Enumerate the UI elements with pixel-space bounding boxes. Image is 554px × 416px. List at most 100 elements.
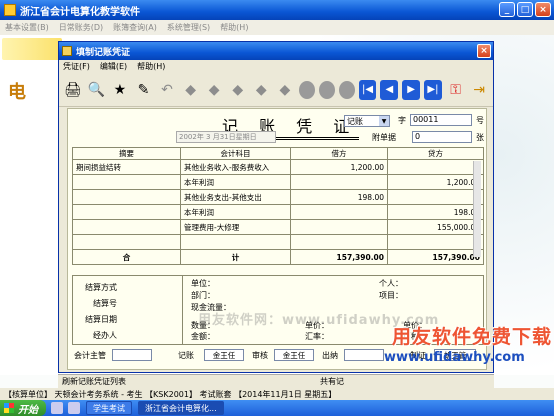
last-record-icon[interactable]: ▶|	[424, 79, 442, 100]
summary-cell[interactable]	[72, 234, 181, 250]
debit-cell[interactable]	[290, 174, 388, 190]
cut-icon[interactable]: ◆	[252, 79, 272, 101]
debit-cell[interactable]: 198.00	[290, 189, 388, 205]
summary-cell[interactable]	[72, 204, 181, 220]
voucher-number-field[interactable]: 00011	[410, 114, 472, 126]
debit-cell[interactable]	[290, 234, 388, 250]
menu-basic-settings[interactable]: 基本设置(B)	[5, 22, 49, 33]
total-credit: 157,390.00	[387, 249, 484, 265]
attachment-label: 附单据	[372, 133, 396, 142]
col-credit: 贷方	[387, 147, 484, 160]
handler-label: 经办人	[93, 331, 117, 340]
paste-icon[interactable]: ◆	[275, 79, 295, 101]
brand-line-2: www.ufidawhy.com	[384, 350, 525, 365]
circle-icon-3[interactable]	[338, 80, 355, 99]
credit-cell[interactable]: 155,000.00	[387, 219, 484, 235]
supervisor-field	[112, 349, 152, 361]
taskbar-button-student-exam[interactable]: 学生考试	[86, 401, 132, 415]
credit-cell[interactable]	[387, 234, 484, 250]
summary-cell[interactable]	[72, 219, 181, 235]
account-cell[interactable]: 本年利润	[180, 174, 291, 190]
dialog-title: 填制记账凭证	[76, 47, 131, 58]
person-label: 个人：	[379, 279, 403, 288]
delete-icon[interactable]: ◆	[228, 79, 248, 101]
debit-cell[interactable]: 1,200.00	[290, 159, 388, 175]
print-icon[interactable]: 🖨	[63, 79, 83, 101]
menu-voucher[interactable]: 凭证(F)	[63, 61, 90, 72]
table-row[interactable]: 其他业务支出-其他支出 198.00	[72, 189, 484, 205]
insert-icon[interactable]: ◆	[204, 79, 224, 101]
debit-cell[interactable]	[290, 219, 388, 235]
pencil-icon[interactable]: ✎	[134, 79, 154, 101]
quicklaunch-ie-icon[interactable]	[51, 402, 63, 414]
account-cell[interactable]	[180, 234, 291, 250]
menu-help[interactable]: 帮助(H)	[220, 22, 248, 33]
voucher-date-field[interactable]: 2002年 3 月31日星期日	[176, 131, 276, 143]
start-button[interactable]: 开始	[0, 400, 46, 416]
lock-icon[interactable]: ⚿	[446, 79, 466, 101]
brand-watermark: 用友软件免费下载 www.ufidawhy.com	[384, 322, 552, 370]
preview-icon[interactable]: 🔍	[87, 79, 107, 101]
minimize-button[interactable]: _	[499, 2, 515, 17]
menu-daily-accounts[interactable]: 日常账务(D)	[59, 22, 103, 33]
credit-cell[interactable]	[387, 159, 484, 175]
first-record-icon[interactable]: |◀	[358, 79, 377, 100]
supervisor-label: 会计主管	[74, 351, 106, 360]
exit-icon[interactable]: ⇥	[469, 79, 489, 101]
status-right: 共有记	[320, 377, 344, 386]
table-row[interactable]: 本年利润 198.00	[72, 204, 484, 220]
menu-system-admin[interactable]: 系统管理(S)	[167, 22, 210, 33]
star-icon[interactable]: ★	[110, 79, 130, 101]
total-label-1: 合	[72, 249, 181, 265]
total-row: 合 计 157,390.00 157,390.00	[72, 249, 484, 265]
table-row[interactable]: 管理费用-大修理 155,000.00	[72, 219, 484, 235]
taskbar-button-accounting-app[interactable]: 浙江省会计电算化...	[138, 401, 224, 415]
undo-icon[interactable]: ↶	[157, 79, 177, 101]
settlement-panel: 结算方式 结算号 结算日期 经办人	[73, 276, 183, 344]
dialog-close-button[interactable]: ×	[477, 44, 491, 58]
menu-edit[interactable]: 编辑(E)	[100, 61, 127, 72]
credit-cell[interactable]: 1,200.00	[387, 174, 484, 190]
next-record-icon[interactable]: ▶	[402, 79, 421, 100]
account-cell[interactable]: 本年利润	[180, 204, 291, 220]
taskbar: 开始 学生考试 浙江省会计电算化...	[0, 400, 554, 416]
summary-cell[interactable]	[72, 189, 181, 205]
account-cell[interactable]: 其他业务支出-其他支出	[180, 189, 291, 205]
summary-cell[interactable]: 期间损益结转	[72, 159, 181, 175]
quicklaunch-desktop-icon[interactable]	[68, 402, 80, 414]
table-row[interactable]	[72, 234, 484, 250]
close-button[interactable]: ×	[535, 2, 551, 17]
dialog-status-bar: 刷新记账凭证列表 共有记	[58, 374, 494, 388]
credit-cell[interactable]	[387, 189, 484, 205]
settle-no-label: 结算号	[93, 299, 117, 308]
app-window: 浙江省会计电算化教学软件 _ □ × 基本设置(B) 日常账务(D) 账簿查询(…	[0, 0, 554, 416]
menu-dialog-help[interactable]: 帮助(H)	[137, 61, 165, 72]
debit-cell[interactable]	[290, 204, 388, 220]
account-cell[interactable]: 其他业务收入-服务费收入	[180, 159, 291, 175]
account-cell[interactable]: 管理费用-大修理	[180, 219, 291, 235]
entries-scrollbar[interactable]	[473, 161, 481, 257]
copy-icon[interactable]: ◆	[181, 79, 201, 101]
summary-cell[interactable]	[72, 174, 181, 190]
cashier-field	[344, 349, 384, 361]
maximize-button[interactable]: □	[517, 2, 533, 17]
app-title-bar: 浙江省会计电算化教学软件 _ □ ×	[0, 0, 554, 20]
circle-icon-2[interactable]	[318, 80, 335, 99]
credit-cell[interactable]: 198.00	[387, 204, 484, 220]
dept-label: 部门：	[191, 291, 215, 300]
menu-ledger-query[interactable]: 账簿查询(A)	[113, 22, 157, 33]
amount-label: 金额：	[191, 332, 215, 341]
background-banner	[2, 38, 62, 60]
reviewer-field: 金王任	[274, 349, 314, 361]
bookkeeper-label: 记账	[178, 351, 194, 360]
chevron-down-icon[interactable]: ▼	[379, 116, 389, 126]
unit-label: 单位：	[191, 279, 215, 288]
bookkeeper-field: 金王任	[204, 349, 244, 361]
entries-table: 摘要 会计科目 借方 贷方 期间损益结转 其他业务收入-服务费收入 1,200.…	[72, 147, 484, 265]
attachment-field[interactable]: 0	[412, 131, 472, 143]
prev-record-icon[interactable]: ◀	[380, 79, 399, 100]
voucher-type-select[interactable]: 记账 ▼	[344, 115, 390, 127]
circle-icon-1[interactable]	[298, 80, 315, 99]
table-row[interactable]: 期间损益结转 其他业务收入-服务费收入 1,200.00	[72, 159, 484, 175]
table-row[interactable]: 本年利润 1,200.00	[72, 174, 484, 190]
